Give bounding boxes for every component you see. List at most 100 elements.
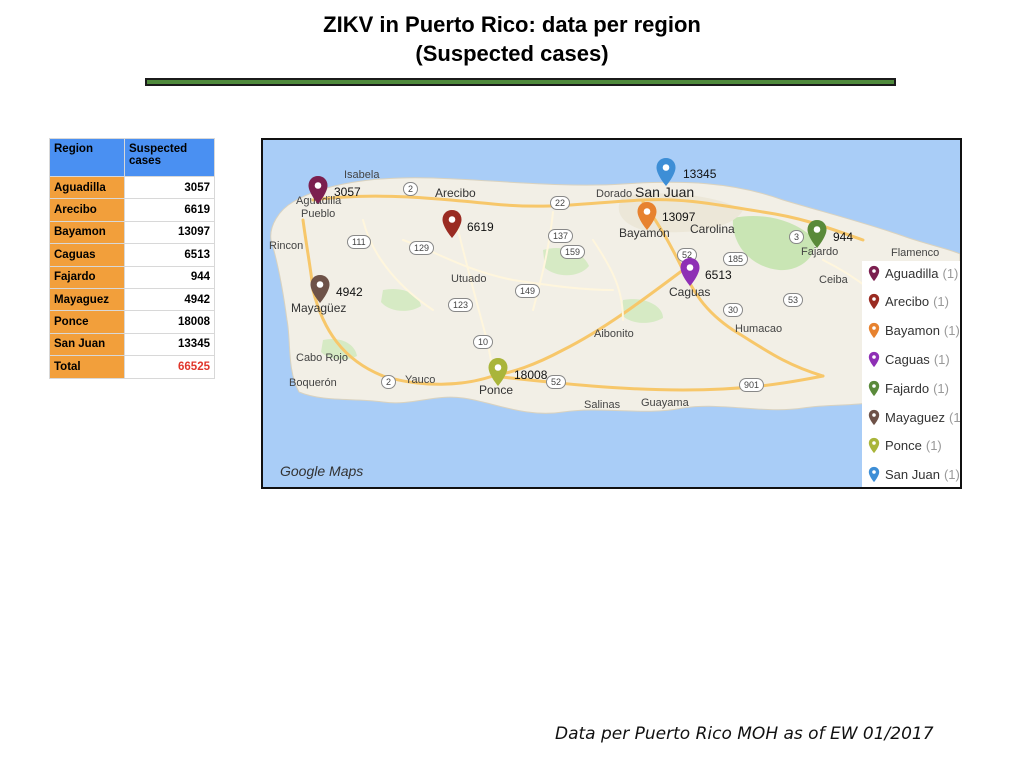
place-label: Flamenco (891, 247, 940, 259)
header-region: Region (49, 138, 125, 177)
marker-count: 13097 (662, 210, 696, 224)
legend-label: Aguadilla (885, 265, 939, 281)
marker-count: 6513 (705, 268, 732, 282)
region-cell: Fajardo (49, 265, 125, 289)
cases-cell: 6513 (124, 243, 215, 267)
marker-count: 18008 (514, 368, 548, 382)
road-shield: 185 (723, 252, 749, 266)
legend-count: (1) (925, 437, 942, 453)
road-shield: 2 (381, 375, 397, 389)
marker-pin-icon (868, 409, 880, 425)
legend-count: (1) (933, 380, 949, 396)
map-legend: Aguadilla (1) Arecibo (1) Bayamon (1) Cagua… (862, 261, 961, 487)
cases-cell: 18008 (124, 310, 215, 334)
table-row-total: Total 66525 (49, 355, 215, 379)
region-cell: San Juan (49, 332, 125, 357)
legend-count: (1) (933, 293, 949, 309)
title-line-1: ZIKV in Puerto Rico: data per region (323, 12, 701, 37)
cases-table: Region Suspected cases Aguadilla 3057 Ar… (49, 138, 215, 379)
place-label: Ceiba (819, 274, 848, 286)
table-row: Aguadilla 3057 (49, 175, 215, 200)
marker-pin-bayamon[interactable] (636, 201, 658, 231)
marker-pin-san-juan[interactable] (655, 157, 677, 187)
legend-item-mayaguez[interactable]: Mayaguez(1) (868, 406, 961, 428)
marker-pin-arecibo[interactable] (441, 209, 463, 239)
legend-label: San Juan (885, 466, 940, 482)
legend-item-caguas[interactable]: Caguas (1) (868, 348, 950, 370)
marker-pin-icon (868, 265, 880, 281)
marker-pin-mayaguez[interactable] (309, 274, 331, 304)
road-shield: 22 (550, 196, 571, 210)
marker-pin-caguas[interactable] (679, 257, 701, 287)
region-cell: Caguas (49, 243, 125, 267)
cases-cell: 13345 (124, 332, 215, 357)
marker-pin-fajardo[interactable] (806, 219, 828, 249)
table-row: San Juan 13345 (49, 332, 215, 357)
marker-pin-icon (868, 293, 880, 309)
legend-label: Caguas (885, 351, 930, 367)
legend-item-aguadilla[interactable]: Aguadilla (1) (868, 262, 958, 284)
road-shield: 149 (515, 284, 541, 298)
marker-count: 3057 (334, 185, 361, 199)
place-label: Carolina (690, 222, 735, 236)
road-shield: 123 (448, 298, 474, 312)
legend-item-arecibo[interactable]: Arecibo (1) (868, 290, 949, 312)
road-shield: 30 (723, 303, 744, 317)
road-shield: 53 (783, 293, 804, 307)
cases-cell: 4942 (124, 287, 215, 312)
region-cell: Aguadilla (49, 175, 125, 200)
region-cell: Arecibo (49, 198, 125, 222)
table-row: Ponce 18008 (49, 310, 215, 334)
road-shield: 10 (473, 335, 494, 349)
legend-count: (1) (933, 351, 950, 367)
page-title: ZIKV in Puerto Rico: data per region (Su… (0, 10, 1024, 68)
legend-item-san-juan[interactable]: San Juan (1) (868, 463, 960, 485)
table-row: Caguas 6513 (49, 243, 215, 267)
marker-pin-ponce[interactable] (487, 357, 509, 387)
legend-item-ponce[interactable]: Ponce (1) (868, 434, 942, 456)
legend-count: (1) (948, 409, 961, 425)
legend-item-fajardo[interactable]: Fajardo (1) (868, 377, 949, 399)
header-suspected-cases: Suspected cases (124, 138, 215, 177)
table-row: Arecibo 6619 (49, 198, 215, 222)
marker-count: 13345 (683, 167, 717, 181)
legend-item-bayamon[interactable]: Bayamon (1) (868, 319, 960, 341)
place-label: Humacao (735, 323, 783, 335)
marker-count: 4942 (336, 285, 363, 299)
road-shield: 3 (789, 230, 805, 244)
place-label: Cabo Rojo (296, 352, 348, 364)
legend-count: (1) (943, 466, 960, 482)
map-view[interactable]: Isabela Aguadilla Pueblo Arecibo Dorado … (261, 138, 962, 489)
place-label: Rincon (269, 240, 304, 252)
place-label: Pueblo (301, 208, 336, 220)
title-line-2: (Suspected cases) (415, 41, 609, 66)
place-label: Salinas (584, 399, 621, 411)
road-shield: 129 (409, 241, 435, 255)
source-footnote: Data per Puerto Rico MOH as of EW 01/201… (555, 724, 934, 744)
legend-count: (1) (942, 265, 959, 281)
marker-pin-aguadilla[interactable] (307, 175, 329, 205)
place-label: Aibonito (594, 328, 634, 340)
legend-label: Arecibo (885, 293, 930, 309)
island-landmass (270, 177, 960, 414)
region-cell: Mayaguez (49, 287, 125, 312)
region-cell: Ponce (49, 310, 125, 334)
map-attribution: Google Maps (280, 463, 364, 479)
total-label-cell: Total (49, 355, 125, 379)
region-cell: Bayamon (49, 220, 125, 245)
cases-cell: 6619 (124, 198, 215, 222)
marker-pin-icon (868, 437, 880, 453)
cases-cell: 944 (124, 265, 215, 289)
legend-label: Ponce (885, 437, 922, 453)
marker-pin-icon (868, 380, 880, 396)
place-label: Isabela (344, 169, 380, 181)
place-label: Boquerón (289, 377, 337, 389)
marker-pin-icon (868, 351, 880, 367)
table-row: Mayaguez 4942 (49, 287, 215, 312)
road-shield: 2 (403, 182, 419, 196)
road-shield: 901 (739, 378, 765, 392)
legend-label: Bayamon (885, 322, 940, 338)
road-shield: 159 (560, 245, 586, 259)
cases-cell: 13097 (124, 220, 215, 245)
place-label: Guayama (641, 397, 689, 409)
